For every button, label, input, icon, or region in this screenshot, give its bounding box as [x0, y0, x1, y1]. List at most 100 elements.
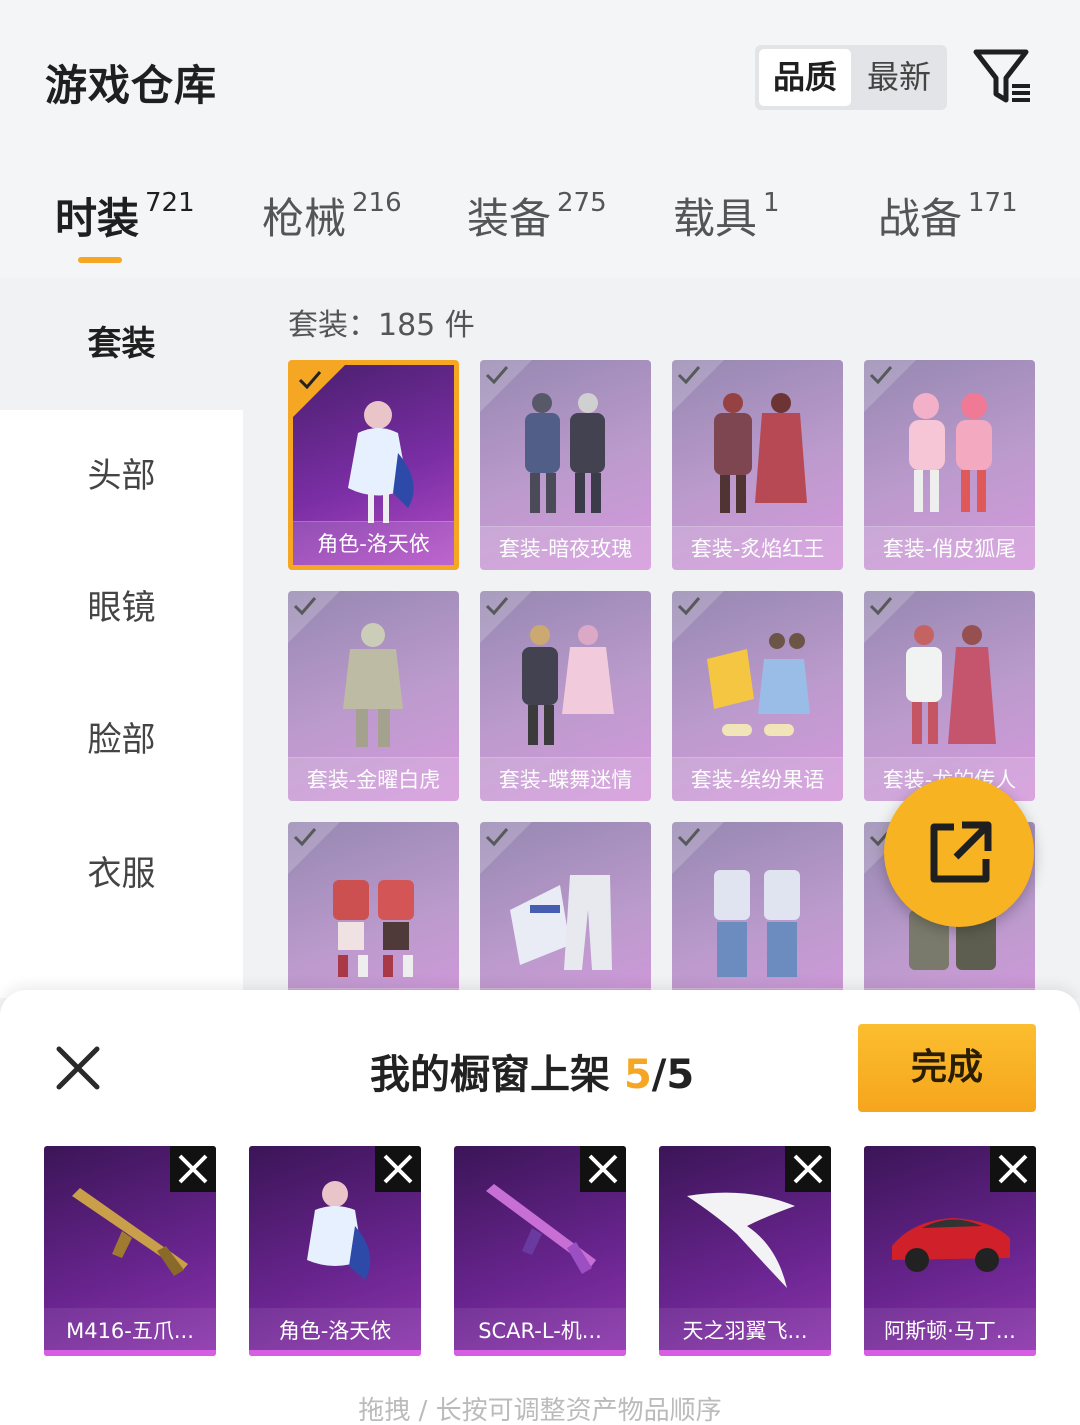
character-icon — [307, 1181, 371, 1280]
tab-label: 枪械 — [262, 194, 347, 243]
remove-button[interactable] — [580, 1146, 626, 1192]
character-icon — [348, 401, 414, 523]
sidebar: 套装 头部 眼镜 脸部 衣服 — [0, 278, 243, 998]
sort-option-quality[interactable]: 品质 — [759, 49, 851, 106]
page-title: 游戏仓库 — [45, 61, 218, 110]
sidebar-item-clothes[interactable]: 衣服 — [0, 808, 243, 940]
check-icon — [485, 366, 509, 385]
tab-vehicles[interactable]: 载具 1 — [673, 185, 780, 255]
check-icon — [485, 828, 509, 847]
item-card[interactable] — [288, 822, 459, 998]
showcase-panel: 我的橱窗上架 5/5 完成 M416-五爪... 角色-洛天依 SCAR-L-机… — [0, 990, 1080, 1425]
rifle-icon — [72, 1188, 188, 1276]
car-icon — [892, 1218, 1010, 1272]
sidebar-item-head[interactable]: 头部 — [0, 410, 243, 542]
item-card[interactable]: 套装-龙的传人 — [864, 591, 1035, 801]
item-card[interactable]: 套装-炙焰红王 — [672, 360, 843, 570]
outfit-icon — [714, 393, 807, 513]
item-label: 套装-俏皮狐尾 — [864, 526, 1035, 570]
showcase-slot[interactable]: 角色-洛天依 — [249, 1146, 421, 1356]
category-tabs: 时装 721 枪械 216 装备 275 载具 1 战备 171 — [0, 175, 1080, 275]
sidebar-item-face[interactable]: 脸部 — [0, 674, 243, 806]
remove-button[interactable] — [990, 1146, 1036, 1192]
sidebar-item-glasses[interactable]: 眼镜 — [0, 542, 243, 674]
outfit-icon — [707, 633, 810, 736]
outfit-icon — [714, 870, 800, 977]
showcase-title: 我的橱窗上架 5/5 — [370, 1042, 694, 1100]
check-icon — [677, 597, 701, 616]
tab-equipment[interactable]: 装备 275 — [467, 185, 607, 255]
check-icon — [677, 828, 701, 847]
slot-label: 阿斯顿·马丁... — [864, 1308, 1036, 1356]
item-card[interactable]: 套装-蝶舞迷情 — [480, 591, 651, 801]
item-card[interactable] — [672, 822, 843, 998]
showcase-slot[interactable]: 阿斯顿·马丁... — [864, 1146, 1036, 1356]
remove-button[interactable] — [170, 1146, 216, 1192]
share-button[interactable] — [884, 777, 1034, 927]
slot-label: M416-五爪... — [44, 1308, 216, 1356]
tab-count: 171 — [968, 188, 1018, 218]
sidebar-item-suits[interactable]: 套装 — [0, 278, 243, 410]
check-icon — [677, 366, 701, 385]
check-icon — [869, 366, 893, 385]
tab-firearms[interactable]: 枪械 216 — [262, 185, 402, 255]
close-icon — [998, 1154, 1028, 1184]
item-card[interactable]: 角色-洛天依 — [288, 360, 459, 570]
item-label: 套装-炙焰红王 — [672, 526, 843, 570]
sort-option-newest[interactable]: 最新 — [853, 49, 945, 106]
tab-label: 战备 — [878, 194, 963, 243]
tab-count: 275 — [557, 188, 607, 218]
item-label: 套装-蝶舞迷情 — [480, 757, 651, 801]
showcase-count-total: /5 — [651, 1052, 695, 1098]
slot-label: 角色-洛天依 — [249, 1308, 421, 1356]
showcase-slot[interactable]: SCAR-L-机... — [454, 1146, 626, 1356]
tab-fashion[interactable]: 时装 721 — [55, 185, 195, 255]
rifle-icon — [486, 1184, 596, 1274]
close-icon[interactable] — [55, 1045, 101, 1091]
close-icon — [383, 1154, 413, 1184]
sort-toggle[interactable]: 品质 最新 — [755, 45, 947, 110]
share-external-icon — [930, 821, 992, 883]
check-icon — [293, 828, 317, 847]
slot-label: 天之羽翼飞... — [659, 1308, 831, 1356]
tab-label: 装备 — [467, 194, 552, 243]
outfit-icon — [525, 393, 605, 513]
outfit-icon — [343, 623, 403, 747]
check-icon — [293, 597, 317, 616]
check-icon — [869, 597, 893, 616]
tab-label: 载具 — [673, 194, 758, 243]
tab-count: 1 — [763, 188, 780, 218]
item-label: 套装-暗夜玫瑰 — [480, 526, 651, 570]
reorder-hint: 拖拽 / 长按可调整资产物品顺序 — [358, 1396, 722, 1425]
item-card[interactable]: 套装-暗夜玫瑰 — [480, 360, 651, 570]
header: 游戏仓库 品质 最新 — [0, 0, 1080, 140]
showcase-slot[interactable]: 天之羽翼飞... — [659, 1146, 831, 1356]
showcase-count-current: 5 — [623, 1052, 652, 1098]
wings-icon — [687, 1192, 795, 1288]
showcase-slot[interactable]: M416-五爪... — [44, 1146, 216, 1356]
tab-label: 时装 — [55, 194, 140, 243]
slot-label: SCAR-L-机... — [454, 1308, 626, 1356]
item-card[interactable] — [480, 822, 651, 998]
item-card[interactable]: 套装-金曜白虎 — [288, 591, 459, 801]
showcase-title-text: 我的橱窗上架 — [370, 1052, 624, 1098]
item-card[interactable]: 套装-俏皮狐尾 — [864, 360, 1035, 570]
tab-supplies[interactable]: 战备 171 — [878, 185, 1018, 255]
close-icon — [793, 1154, 823, 1184]
section-count: 套装：185 件 — [288, 308, 475, 343]
item-card[interactable]: 套装-缤纷果语 — [672, 591, 843, 801]
done-button[interactable]: 完成 — [858, 1024, 1036, 1112]
check-icon — [485, 597, 509, 616]
check-icon — [298, 371, 322, 390]
active-tab-indicator — [78, 257, 122, 263]
close-icon — [588, 1154, 618, 1184]
tab-count: 216 — [352, 188, 402, 218]
remove-button[interactable] — [375, 1146, 421, 1192]
tab-count: 721 — [145, 188, 195, 218]
item-label: 套装-缤纷果语 — [672, 757, 843, 801]
outfit-icon — [522, 625, 614, 745]
item-label: 套装-金曜白虎 — [288, 757, 459, 801]
remove-button[interactable] — [785, 1146, 831, 1192]
filter-icon[interactable] — [972, 46, 1034, 106]
outfit-icon — [333, 880, 414, 977]
